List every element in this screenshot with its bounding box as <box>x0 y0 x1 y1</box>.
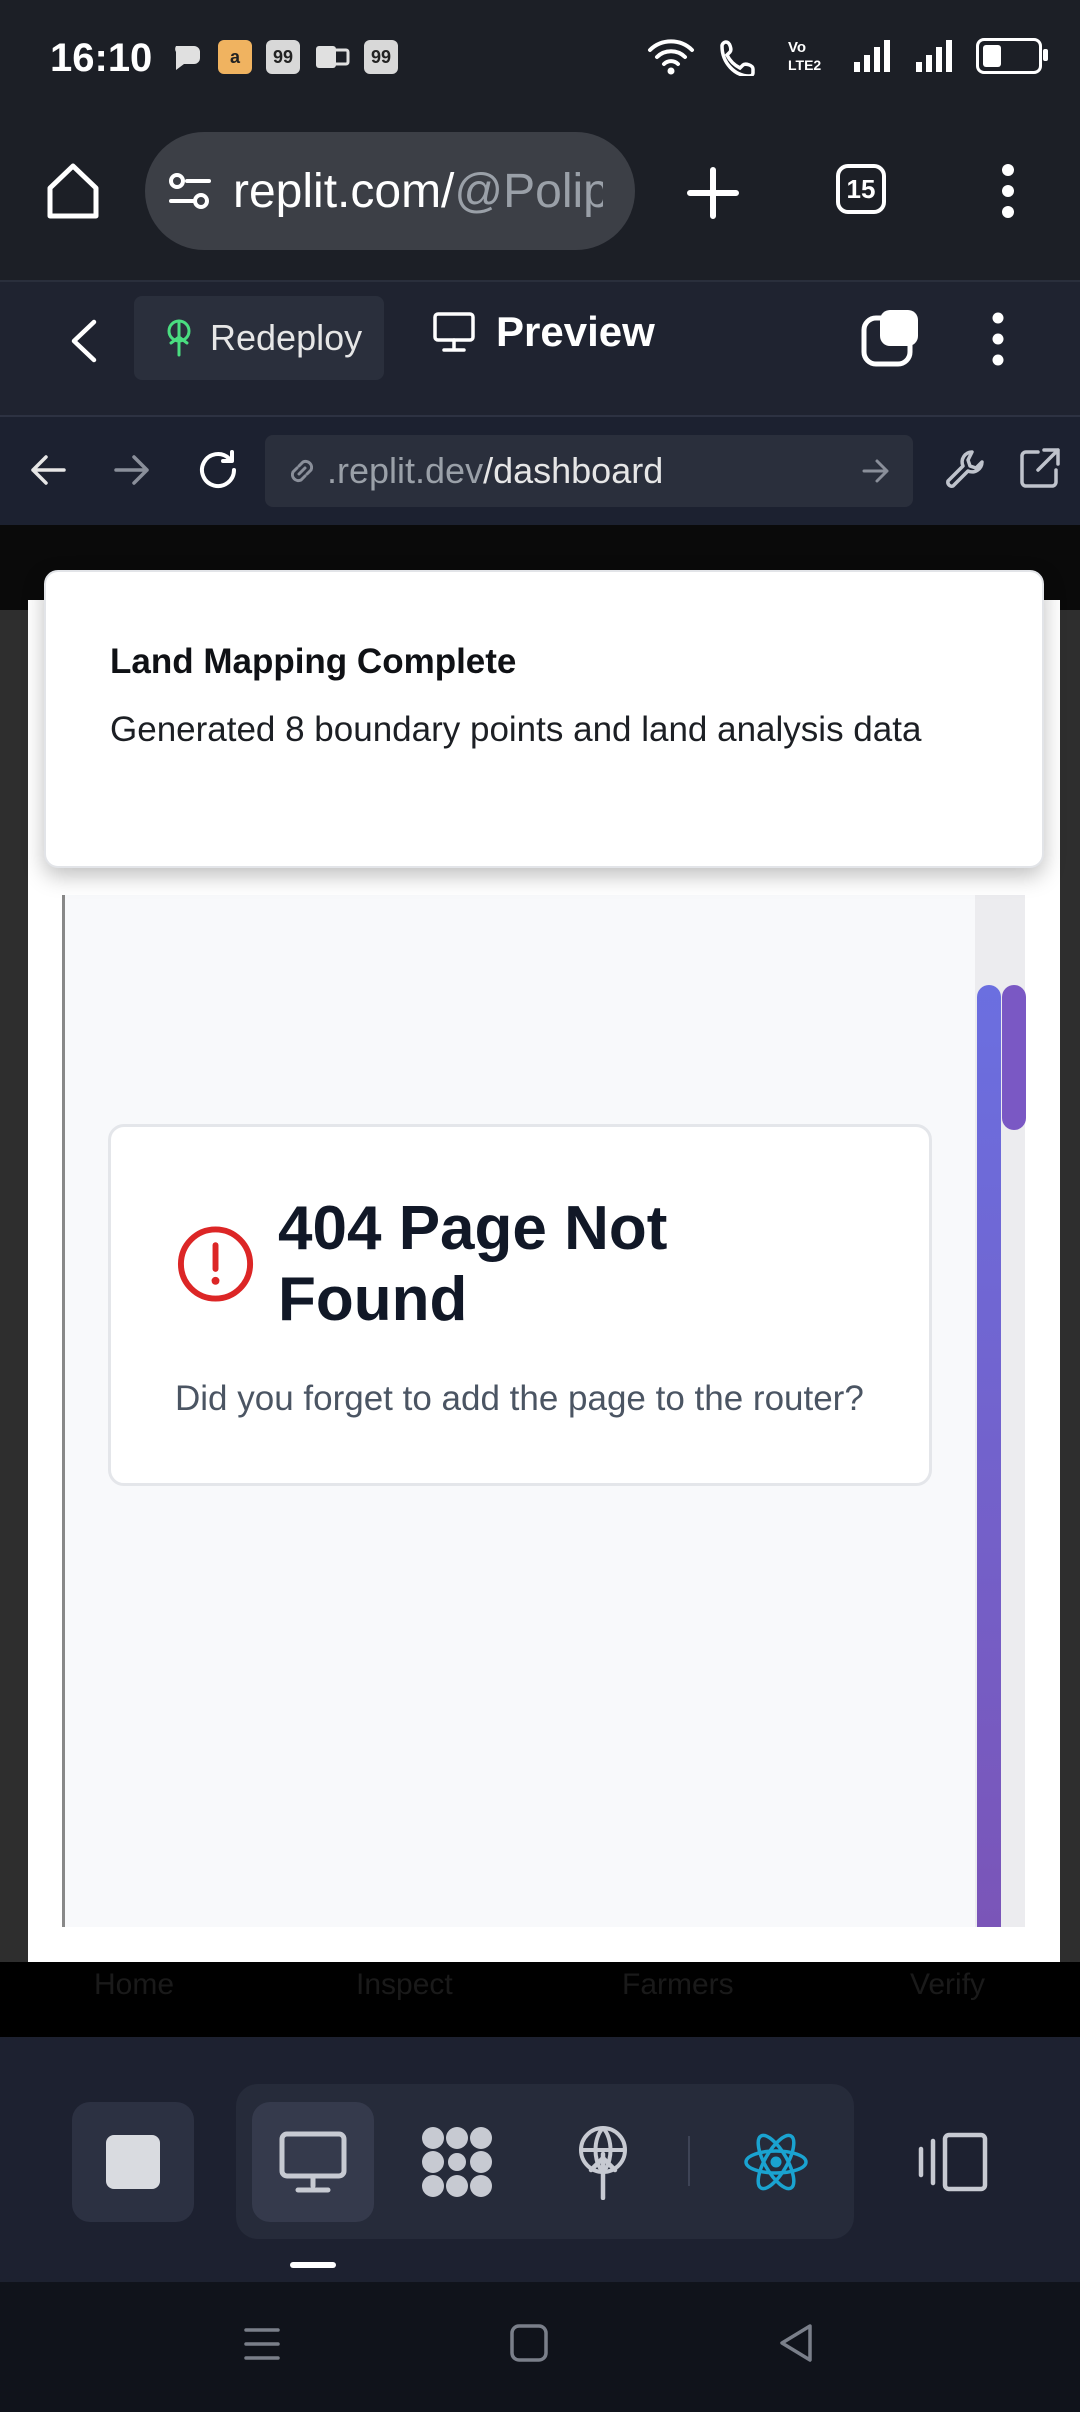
system-status-icons: Vo LTE2 <box>646 36 1048 76</box>
nav-item-verify[interactable]: Verify <box>910 1968 985 2002</box>
dock-react-button[interactable] <box>715 2102 837 2222</box>
browser-url-bar[interactable]: replit.com/@Polip <box>145 132 635 250</box>
dock-layout-button[interactable] <box>892 2102 1014 2222</box>
alert-circle-icon <box>177 1226 254 1302</box>
notification-icons: a 99 99 <box>170 40 398 74</box>
status-time: 16:10 <box>50 36 153 80</box>
chat-bubble-icon <box>175 46 200 70</box>
preview-tab[interactable]: Preview <box>432 308 655 356</box>
webview-forward-icon[interactable] <box>112 452 152 488</box>
toast-notification[interactable]: Land Mapping Complete Generated 8 bounda… <box>44 570 1044 868</box>
browser-menu-icon[interactable] <box>996 162 1020 220</box>
tab-switcher-button[interactable]: 15 <box>836 164 886 214</box>
redeploy-button[interactable]: Redeploy <box>134 296 384 380</box>
svg-text:LTE2: LTE2 <box>788 57 821 73</box>
back-chevron-icon[interactable] <box>68 318 100 364</box>
nav-item-farmers[interactable]: Farmers <box>622 1968 734 2002</box>
site-settings-icon[interactable] <box>165 171 215 211</box>
not-found-card: 404 Page Not Found Did you forget to add… <box>108 1124 932 1486</box>
react-icon <box>744 2133 808 2191</box>
preview-label: Preview <box>496 308 655 355</box>
home-icon[interactable] <box>44 160 102 220</box>
monitor-icon <box>279 2131 347 2193</box>
dock-workspace-button[interactable] <box>396 2102 518 2222</box>
split-panels-icon <box>918 2132 988 2192</box>
open-external-icon[interactable] <box>1018 446 1062 490</box>
url-path: @Polip <box>454 164 603 218</box>
outlook-icon <box>316 46 350 68</box>
devtools-wrench-icon[interactable] <box>942 446 988 492</box>
deploy-icon <box>167 319 191 357</box>
new-pane-icon[interactable] <box>860 306 922 368</box>
dock-divider <box>688 2136 690 2186</box>
back-triangle-icon[interactable] <box>776 2322 816 2364</box>
toast-description: Generated 8 boundary points and land ana… <box>110 710 922 749</box>
battery-icon <box>976 38 1048 74</box>
link-icon <box>290 459 314 483</box>
not-found-message: Did you forget to add the page to the ro… <box>175 1379 864 1418</box>
browser-url-text: replit.com/@Polip <box>233 164 603 219</box>
signal-icon <box>916 40 952 72</box>
toast-title: Land Mapping Complete <box>110 642 517 681</box>
nav-item-inspect[interactable]: Inspect <box>356 1968 453 2002</box>
new-tab-icon[interactable] <box>686 166 740 220</box>
gradient-sidebar-strip <box>977 985 1001 1927</box>
not-found-header: 404 Page Not Found <box>175 1193 867 1335</box>
monitor-icon <box>433 312 475 352</box>
webview-back-icon[interactable] <box>28 452 68 488</box>
active-dock-indicator <box>290 2262 336 2268</box>
home-square-icon[interactable] <box>508 2322 550 2364</box>
reload-icon[interactable] <box>196 448 240 492</box>
badge-count: 99 <box>266 40 300 74</box>
go-arrow-icon[interactable] <box>861 456 891 486</box>
dock-preview-button[interactable] <box>252 2102 374 2222</box>
recents-menu-icon[interactable] <box>242 2324 282 2364</box>
deploy-icon <box>579 2126 627 2200</box>
wifi-icon <box>648 39 694 75</box>
svg-text:Vo: Vo <box>788 39 806 56</box>
signal-icon <box>854 40 890 72</box>
nav-item-home[interactable]: Home <box>94 1968 174 2002</box>
dock-deploy-button[interactable] <box>542 2102 664 2222</box>
workspace-blobs-icon <box>422 2127 492 2197</box>
scrollbar-thumb[interactable] <box>1002 985 1026 1130</box>
not-found-title: 404 Page Not Found <box>278 1194 668 1334</box>
stop-icon <box>106 2135 160 2189</box>
stop-button[interactable] <box>72 2102 194 2222</box>
webview-url-field[interactable]: .replit.dev/dashboard <box>265 435 913 507</box>
wifi-calling-icon <box>720 40 755 76</box>
volte-icon: VoLTE2 <box>788 39 821 73</box>
redeploy-label: Redeploy <box>210 317 363 358</box>
webview-url-domain: .replit.dev <box>327 450 484 491</box>
webview-url-path: /dashboard <box>483 450 664 491</box>
shopping-app-icon: a <box>218 40 252 74</box>
replit-menu-icon[interactable] <box>986 310 1010 368</box>
url-host: replit.com/ <box>233 164 455 218</box>
badge-count: 99 <box>364 40 398 74</box>
